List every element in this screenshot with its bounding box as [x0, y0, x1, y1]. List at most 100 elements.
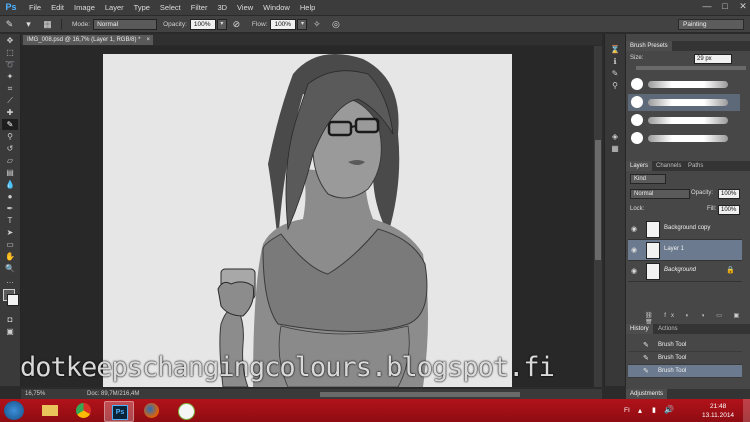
mode-dropdown[interactable]: Normal — [93, 18, 158, 30]
layer-row-background-copy[interactable]: ◉ Background copy — [628, 219, 742, 240]
clone-source-icon[interactable]: ⚲ — [607, 80, 623, 91]
document-tab[interactable]: IMG_008.psd @ 16,7% (Layer 1, RGB/8) * × — [23, 35, 153, 45]
maximize-button[interactable]: □ — [718, 0, 732, 13]
menu-window[interactable]: Window — [258, 0, 295, 15]
toggle-brush-panel-icon[interactable]: ▦ — [41, 19, 54, 30]
tab-layers[interactable]: Layers — [626, 161, 653, 171]
menu-filter[interactable]: Filter — [186, 0, 213, 15]
language-indicator[interactable]: FI — [624, 407, 630, 414]
layer-opacity-field[interactable]: 100% — [718, 189, 740, 199]
shape-tool-icon[interactable]: ▭ — [2, 239, 18, 250]
clone-stamp-tool-icon[interactable]: ⚲ — [2, 131, 18, 142]
menu-image[interactable]: Image — [69, 0, 100, 15]
move-tool-icon[interactable]: ✥ — [2, 35, 18, 46]
tab-channels[interactable]: Channels — [652, 161, 685, 171]
screen-mode-icon[interactable]: ▣ — [2, 326, 18, 337]
healing-brush-tool-icon[interactable]: ✚ — [2, 107, 18, 118]
brush-preset-2[interactable] — [628, 94, 740, 111]
visibility-eye-icon[interactable]: ◉ — [631, 225, 637, 233]
document-canvas[interactable] — [103, 54, 512, 387]
eraser-tool-icon[interactable]: ▱ — [2, 155, 18, 166]
minimize-button[interactable]: — — [700, 0, 714, 13]
layer-kind-filter[interactable]: Kind — [630, 174, 666, 184]
tray-up-arrow-icon[interactable]: ▴ — [638, 406, 642, 415]
taskbar-photoshop[interactable]: Ps — [104, 401, 134, 422]
more-tools-icon[interactable]: … — [2, 275, 18, 286]
taskbar-chrome[interactable] — [70, 401, 98, 420]
close-tab-icon[interactable]: × — [146, 35, 150, 45]
clock-time[interactable]: 21:48 — [710, 403, 726, 410]
visibility-eye-icon[interactable]: ◉ — [631, 267, 637, 275]
taskbar-chat[interactable] — [172, 401, 200, 420]
brush-preset-1[interactable] — [628, 76, 740, 93]
history-item[interactable]: ✎ Brush Tool — [628, 339, 742, 352]
brush-preset-4[interactable] — [628, 130, 740, 147]
styles-panel-icon[interactable]: ◈ — [607, 131, 623, 142]
layer-row-layer-1[interactable]: ◉ Layer 1 — [628, 240, 742, 261]
history-item-current[interactable]: ✎ Brush Tool — [628, 365, 742, 378]
blur-tool-icon[interactable]: 💧 — [2, 179, 18, 190]
pen-tool-icon[interactable]: ✒ — [2, 203, 18, 214]
menu-help[interactable]: Help — [295, 0, 320, 15]
menu-layer[interactable]: Layer — [100, 0, 129, 15]
close-button[interactable]: ✕ — [736, 0, 750, 13]
menu-select[interactable]: Select — [155, 0, 186, 15]
opacity-chevron-down-icon[interactable]: ▾ — [216, 18, 227, 30]
hand-tool-icon[interactable]: ✋ — [2, 251, 18, 262]
brush-preset-3[interactable] — [628, 112, 740, 129]
zoom-level[interactable]: 16,75% — [25, 389, 45, 399]
quick-mask-icon[interactable]: ◘ — [2, 314, 18, 325]
brush-size-picker-icon[interactable]: ▾ — [22, 19, 35, 30]
show-desktop-button[interactable] — [743, 399, 750, 422]
airbrush-icon[interactable]: ✧ — [310, 19, 323, 30]
workspace-switcher[interactable]: Painting — [678, 19, 744, 30]
tab-adjustments[interactable]: Adjustments — [626, 389, 668, 399]
opacity-field[interactable]: 100% — [189, 18, 216, 30]
tab-brush-presets[interactable]: Brush Presets — [626, 41, 672, 51]
zoom-tool-icon[interactable]: 🔍 — [2, 263, 18, 274]
pressure-opacity-icon[interactable]: ⊘ — [230, 19, 243, 30]
path-select-tool-icon[interactable]: ➤ — [2, 227, 18, 238]
brush-tool-icon[interactable]: ✎ — [2, 119, 18, 130]
fill-field[interactable]: 100% — [718, 205, 740, 215]
brush-panel-icon[interactable]: ✎ — [607, 68, 623, 79]
volume-icon[interactable]: 🔊 — [664, 405, 674, 414]
menu-view[interactable]: View — [232, 0, 258, 15]
brush-size-field[interactable]: 29 px — [694, 54, 732, 64]
type-tool-icon[interactable]: T — [2, 215, 18, 226]
background-color-swatch[interactable] — [7, 294, 19, 306]
menu-edit[interactable]: Edit — [46, 0, 69, 15]
quick-select-tool-icon[interactable]: ✦ — [2, 71, 18, 82]
taskbar-explorer[interactable] — [36, 401, 64, 420]
flow-chevron-down-icon[interactable]: ▾ — [297, 18, 308, 30]
properties-panel-icon[interactable]: ℹ — [607, 56, 623, 67]
vertical-scroll-thumb[interactable] — [595, 140, 601, 260]
tab-history[interactable]: History — [626, 324, 653, 334]
layer-row-background[interactable]: ◉ Background 🔒 — [628, 261, 742, 282]
menu-file[interactable]: File — [24, 0, 46, 15]
history-item[interactable]: ✎ Brush Tool — [628, 352, 742, 365]
brush-tool-preset-icon[interactable]: ✎ — [3, 19, 16, 30]
gradient-tool-icon[interactable]: ▤ — [2, 167, 18, 178]
menu-3d[interactable]: 3D — [212, 0, 232, 15]
pressure-size-icon[interactable]: ◎ — [329, 19, 342, 30]
taskbar-firefox[interactable] — [138, 401, 166, 420]
lasso-tool-icon[interactable]: ➰ — [2, 59, 18, 70]
marquee-tool-icon[interactable]: ⬚ — [2, 47, 18, 58]
history-brush-tool-icon[interactable]: ↺ — [2, 143, 18, 154]
layers-footer-icons[interactable]: ⛓ fx ◐ ◑ ▭ ▣ 🗑 — [645, 312, 745, 326]
dodge-tool-icon[interactable]: ● — [2, 191, 18, 202]
horizontal-scroll-thumb[interactable] — [320, 392, 520, 397]
visibility-eye-icon[interactable]: ◉ — [631, 246, 637, 254]
menu-type[interactable]: Type — [129, 0, 155, 15]
history-panel-icon[interactable]: ⌛ — [607, 44, 623, 55]
start-button[interactable] — [4, 401, 24, 420]
flow-field[interactable]: 100% — [270, 18, 297, 30]
clock-date[interactable]: 13.11.2014 — [702, 412, 734, 419]
swatches-panel-icon[interactable]: ▦ — [607, 143, 623, 154]
brush-size-slider[interactable] — [636, 66, 746, 70]
crop-tool-icon[interactable]: ⌗ — [2, 83, 18, 94]
tab-paths[interactable]: Paths — [684, 161, 707, 171]
eyedropper-tool-icon[interactable]: ⟋ — [2, 95, 18, 106]
blend-mode-dropdown[interactable]: Normal — [630, 189, 690, 199]
